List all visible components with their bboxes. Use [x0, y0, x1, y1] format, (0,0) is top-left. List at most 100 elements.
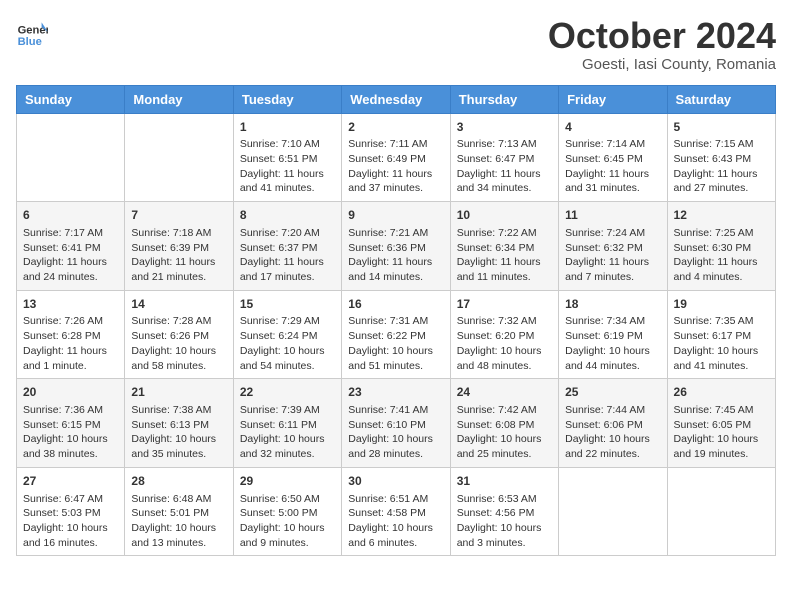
- day-number: 8: [240, 207, 335, 224]
- calendar-cell: 10 Sunrise: 7:22 AM Sunset: 6:34 PM Dayligh…: [450, 202, 558, 291]
- sunrise-text: Sunrise: 7:42 AM: [457, 404, 537, 416]
- calendar-cell: 7Sunrise: 7:18 AMSunset: 6:39 PMDaylight…: [125, 202, 233, 291]
- sunrise-text: Sunrise: 7:22 AM: [457, 227, 537, 239]
- day-number: 1: [240, 119, 335, 136]
- calendar-cell: 11Sunrise: 7:24 AMSunset: 6:32 PMDayligh…: [559, 202, 667, 291]
- day-number: 11: [565, 207, 660, 224]
- calendar-cell: 28 Sunrise: 6:48 AM Sunset: 5:01 PM Dayligh…: [125, 467, 233, 556]
- sunset-text: Sunset: 6:19 PM: [565, 330, 643, 342]
- sunset-text: Sunset: 6:41 PM: [23, 242, 101, 254]
- sunrise-text: Sunrise: 7:44 AM: [565, 404, 645, 416]
- sunset-text: Sunset: 6:34 PM: [457, 242, 535, 254]
- daylight-text: Daylight: 10 hours and 13 minutes.: [131, 522, 216, 549]
- sunset-text: Sunset: 4:56 PM: [457, 507, 535, 519]
- sunset-text: Sunset: 6:39 PM: [131, 242, 209, 254]
- day-number: 28: [131, 473, 226, 490]
- calendar-cell: 30Sunrise: 6:51 AMSunset: 4:58 PMDayligh…: [342, 467, 450, 556]
- calendar-cell: 9Sunrise: 7:21 AMSunset: 6:36 PMDaylight…: [342, 202, 450, 291]
- day-number: 24: [457, 384, 552, 401]
- day-number: 4: [565, 119, 660, 136]
- daylight-text: Daylight: 11 hours and 24 minutes.: [23, 256, 107, 283]
- location: Goesti, Iasi County, Romania: [548, 56, 776, 73]
- daylight-text: Daylight: 10 hours and 41 minutes.: [674, 345, 759, 372]
- sunset-text: Sunset: 6:28 PM: [23, 330, 101, 342]
- daylight-text: Daylight: 10 hours and 58 minutes.: [131, 345, 216, 372]
- day-number: 21: [131, 384, 226, 401]
- sunset-text: Sunset: 6:26 PM: [131, 330, 209, 342]
- sunrise-text: Sunrise: 6:50 AM: [240, 493, 320, 505]
- sunset-text: Sunset: 6:05 PM: [674, 419, 752, 431]
- calendar-cell: 19Sunrise: 7:35 AMSunset: 6:17 PMDayligh…: [667, 290, 775, 379]
- daylight-text: Daylight: 11 hours and 11 minutes.: [457, 256, 541, 283]
- sunset-text: Sunset: 6:06 PM: [565, 419, 643, 431]
- day-number: 10: [457, 207, 552, 224]
- day-number: 19: [674, 296, 769, 313]
- sunrise-text: Sunrise: 7:26 AM: [23, 315, 103, 327]
- day-header: Tuesday: [233, 85, 341, 113]
- sunrise-text: Sunrise: 7:39 AM: [240, 404, 320, 416]
- daylight-text: Daylight: 10 hours and 38 minutes.: [23, 433, 108, 460]
- calendar-week-row: 27Sunrise: 6:47 AMSunset: 5:03 PMDayligh…: [17, 467, 776, 556]
- daylight-text: Daylight: 10 hours and 54 minutes.: [240, 345, 325, 372]
- daylight-text: Daylight: 11 hours and 21 minutes.: [131, 256, 215, 283]
- calendar-cell: 14Sunrise: 7:28 AMSunset: 6:26 PMDayligh…: [125, 290, 233, 379]
- day-header: Monday: [125, 85, 233, 113]
- calendar-cell: [667, 467, 775, 556]
- daylight-text: Daylight: 11 hours and 31 minutes.: [565, 168, 649, 195]
- day-header: Friday: [559, 85, 667, 113]
- sunrise-text: Sunrise: 6:48 AM: [131, 493, 211, 505]
- calendar-cell: [559, 467, 667, 556]
- sunrise-text: Sunrise: 7:32 AM: [457, 315, 537, 327]
- daylight-text: Daylight: 10 hours and 22 minutes.: [565, 433, 650, 460]
- sunset-text: Sunset: 6:13 PM: [131, 419, 209, 431]
- sunset-text: Sunset: 5:01 PM: [131, 507, 209, 519]
- sunset-text: Sunset: 6:51 PM: [240, 153, 318, 165]
- sunrise-text: Sunrise: 7:15 AM: [674, 138, 754, 150]
- daylight-text: Daylight: 11 hours and 41 minutes.: [240, 168, 324, 195]
- calendar-cell: 12Sunrise: 7:25 AMSunset: 6:30 PMDayligh…: [667, 202, 775, 291]
- day-header: Wednesday: [342, 85, 450, 113]
- sunset-text: Sunset: 6:43 PM: [674, 153, 752, 165]
- calendar-cell: 16Sunrise: 7:31 AMSunset: 6:22 PMDayligh…: [342, 290, 450, 379]
- sunset-text: Sunset: 6:24 PM: [240, 330, 318, 342]
- daylight-text: Daylight: 11 hours and 14 minutes.: [348, 256, 432, 283]
- day-number: 22: [240, 384, 335, 401]
- day-number: 30: [348, 473, 443, 490]
- calendar-cell: 20Sunrise: 7:36 AMSunset: 6:15 PMDayligh…: [17, 379, 125, 468]
- day-number: 16: [348, 296, 443, 313]
- calendar-cell: 17Sunrise: 7:32 AMSunset: 6:20 PMDayligh…: [450, 290, 558, 379]
- calendar-week-row: 6Sunrise: 7:17 AMSunset: 6:41 PMDaylight…: [17, 202, 776, 291]
- calendar-cell: 23Sunrise: 7:41 AMSunset: 6:10 PMDayligh…: [342, 379, 450, 468]
- day-number: 14: [131, 296, 226, 313]
- sunrise-text: Sunrise: 7:38 AM: [131, 404, 211, 416]
- logo-icon: General Blue: [16, 16, 48, 48]
- sunset-text: Sunset: 6:47 PM: [457, 153, 535, 165]
- calendar-cell: 6Sunrise: 7:17 AMSunset: 6:41 PMDaylight…: [17, 202, 125, 291]
- calendar-cell: 15Sunrise: 7:29 AMSunset: 6:24 PMDayligh…: [233, 290, 341, 379]
- daylight-text: Daylight: 10 hours and 35 minutes.: [131, 433, 216, 460]
- day-number: 12: [674, 207, 769, 224]
- daylight-text: Daylight: 10 hours and 32 minutes.: [240, 433, 325, 460]
- daylight-text: Daylight: 11 hours and 27 minutes.: [674, 168, 758, 195]
- daylight-text: Daylight: 10 hours and 51 minutes.: [348, 345, 433, 372]
- sunset-text: Sunset: 6:17 PM: [674, 330, 752, 342]
- day-number: 9: [348, 207, 443, 224]
- calendar-cell: 27Sunrise: 6:47 AMSunset: 5:03 PMDayligh…: [17, 467, 125, 556]
- calendar-cell: 2Sunrise: 7:11 AMSunset: 6:49 PMDaylight…: [342, 113, 450, 202]
- sunrise-text: Sunrise: 7:24 AM: [565, 227, 645, 239]
- day-number: 3: [457, 119, 552, 136]
- calendar-table: SundayMondayTuesdayWednesdayThursdayFrid…: [16, 85, 776, 557]
- sunrise-text: Sunrise: 7:34 AM: [565, 315, 645, 327]
- daylight-text: Daylight: 10 hours and 19 minutes.: [674, 433, 759, 460]
- calendar-cell: 29Sunrise: 6:50 AMSunset: 5:00 PMDayligh…: [233, 467, 341, 556]
- day-number: 5: [674, 119, 769, 136]
- sunset-text: Sunset: 6:08 PM: [457, 419, 535, 431]
- calendar-cell: 13Sunrise: 7:26 AMSunset: 6:28 PMDayligh…: [17, 290, 125, 379]
- calendar-week-row: 1Sunrise: 7:10 AMSunset: 6:51 PMDaylight…: [17, 113, 776, 202]
- calendar-week-row: 20Sunrise: 7:36 AMSunset: 6:15 PMDayligh…: [17, 379, 776, 468]
- daylight-text: Daylight: 10 hours and 25 minutes.: [457, 433, 542, 460]
- day-number: 27: [23, 473, 118, 490]
- calendar-cell: [17, 113, 125, 202]
- calendar-cell: 3Sunrise: 7:13 AMSunset: 6:47 PMDaylight…: [450, 113, 558, 202]
- month-title: October 2024: [548, 16, 776, 56]
